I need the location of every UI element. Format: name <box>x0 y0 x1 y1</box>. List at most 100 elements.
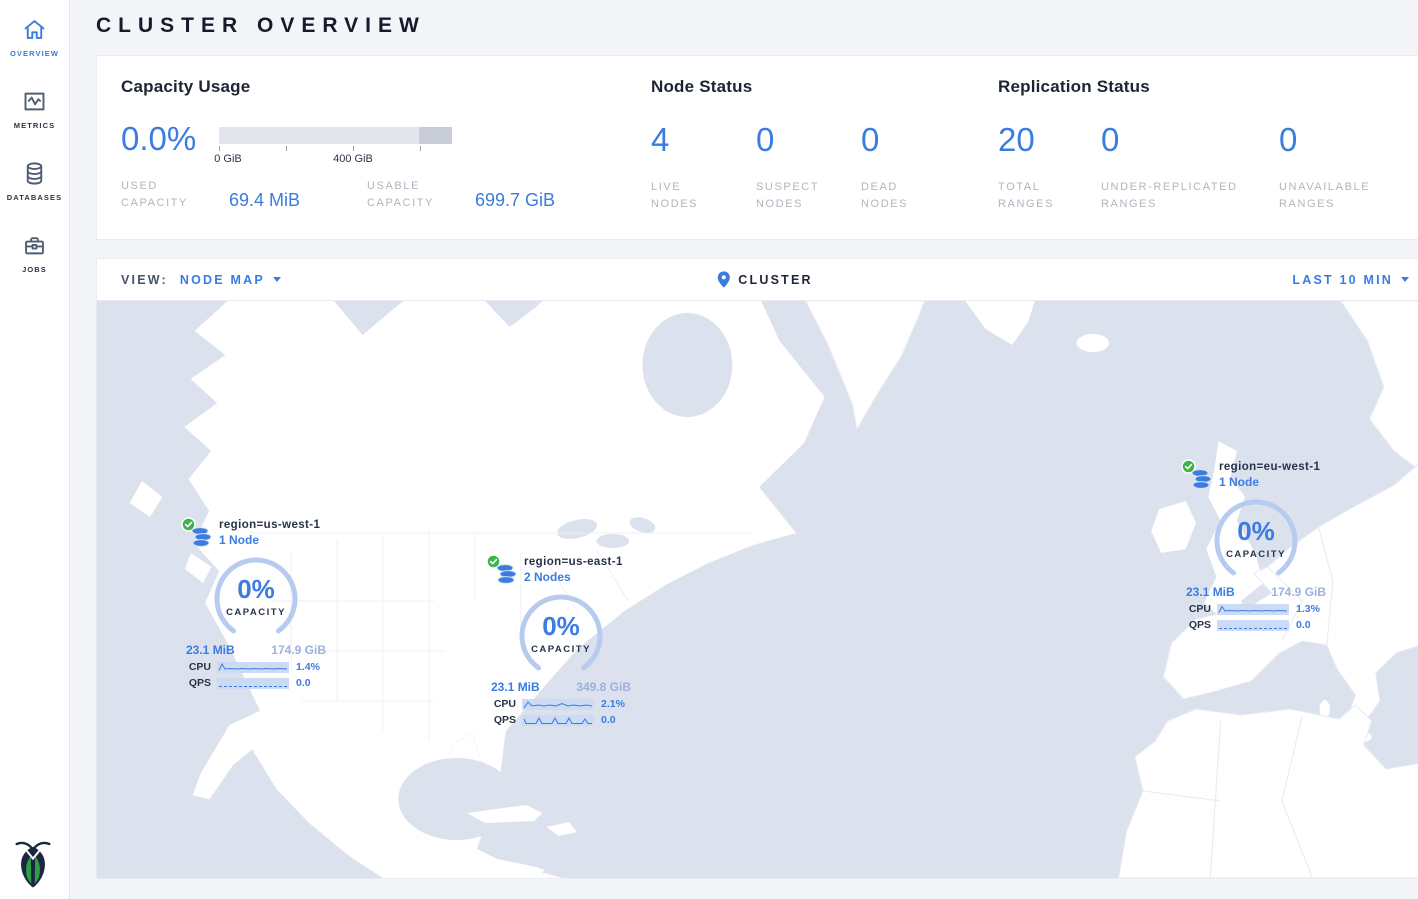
gauge-capacity-label: CAPACITY <box>517 644 605 655</box>
sidebar-item-label: METRICS <box>14 121 55 130</box>
cpu-value: 1.3% <box>1296 603 1320 615</box>
chevron-down-icon <box>1401 277 1409 282</box>
node-status-title: Node Status <box>651 77 998 97</box>
usable-capacity-value: 699.7 GiB <box>475 190 555 212</box>
home-icon <box>21 16 48 43</box>
node-region-label: region=eu-west-1 <box>1219 461 1320 473</box>
cpu-label: CPU <box>488 698 516 710</box>
capacity-gauge: 0% CAPACITY <box>517 592 605 680</box>
node-used-capacity: 23.1 MiB <box>1186 585 1235 599</box>
cpu-label: CPU <box>1183 603 1211 615</box>
main-content: CLUSTER OVERVIEW Capacity Usage 0.0% 0 G… <box>70 0 1418 899</box>
cluster-summary-card: Capacity Usage 0.0% 0 GiB 400 GiB <box>96 55 1418 240</box>
sidebar: OVERVIEW METRICS DATABASES <box>0 0 70 899</box>
replication-status-section: Replication Status 20 TOTAL RANGES 0 UND… <box>998 77 1409 213</box>
qps-sparkline <box>1217 620 1289 631</box>
used-capacity-value: 69.4 MiB <box>229 190 347 212</box>
map-toolbar: VIEW: NODE MAP CLUSTER LAST 10 MIN <box>97 259 1418 301</box>
sidebar-item-label: JOBS <box>22 265 47 274</box>
node-used-capacity: 23.1 MiB <box>186 643 235 657</box>
qps-label: QPS <box>488 714 516 726</box>
qps-sparkline <box>217 678 289 689</box>
metrics-chart-icon <box>21 88 48 115</box>
sidebar-item-jobs[interactable]: JOBS <box>21 232 48 274</box>
qps-value: 0.0 <box>296 677 311 689</box>
suspect-nodes-value: 0 <box>756 123 861 156</box>
qps-value: 0.0 <box>1296 619 1311 631</box>
capacity-tick-0: 0 GiB <box>214 153 242 165</box>
world-map[interactable]: region=us-west-1 1 Node 0% CAPACITY 23.1… <box>97 301 1418 878</box>
node-region-label: region=us-east-1 <box>524 556 623 568</box>
sidebar-item-label: OVERVIEW <box>10 49 59 58</box>
node-used-capacity: 23.1 MiB <box>491 680 540 694</box>
node-count-link[interactable]: 2 Nodes <box>524 570 623 584</box>
database-stack-icon <box>495 563 518 587</box>
node-region-label: region=us-west-1 <box>219 519 320 531</box>
node-count-link[interactable]: 1 Node <box>219 533 320 547</box>
live-nodes-label: LIVE NODES <box>651 179 729 213</box>
cpu-sparkline <box>217 662 289 673</box>
total-ranges-label: TOTAL RANGES <box>998 179 1076 213</box>
map-node-us-east-1[interactable]: region=us-east-1 2 Nodes 0% CAPACITY 23.… <box>486 554 636 726</box>
cpu-value: 2.1% <box>601 698 625 710</box>
capacity-usage-title: Capacity Usage <box>121 77 651 97</box>
node-map-card: VIEW: NODE MAP CLUSTER LAST 10 MIN <box>96 258 1418 879</box>
unavailable-ranges-label: UNAVAILABLE RANGES <box>1279 179 1357 213</box>
capacity-gauge: 0% CAPACITY <box>1212 497 1300 585</box>
under-replicated-ranges-value: 0 <box>1101 123 1279 156</box>
database-stack-icon <box>1190 468 1213 492</box>
capacity-bar: 0 GiB 400 GiB <box>219 122 452 166</box>
time-range-selector[interactable]: LAST 10 MIN <box>1292 273 1409 287</box>
usable-capacity-label: USABLE CAPACITY <box>367 178 453 212</box>
sidebar-item-metrics[interactable]: METRICS <box>14 88 55 130</box>
dead-nodes-value: 0 <box>861 123 966 156</box>
capacity-percent: 0.0% <box>121 122 219 166</box>
map-node-us-west-1[interactable]: region=us-west-1 1 Node 0% CAPACITY 23.1… <box>181 517 331 689</box>
database-stack-icon <box>190 526 213 550</box>
briefcase-icon <box>21 232 48 259</box>
cpu-sparkline <box>1217 604 1289 615</box>
unavailable-ranges-value: 0 <box>1279 123 1409 156</box>
sidebar-item-overview[interactable]: OVERVIEW <box>10 16 59 58</box>
cpu-value: 1.4% <box>296 661 320 673</box>
cpu-sparkline <box>522 699 594 710</box>
node-usable-capacity: 174.9 GiB <box>271 643 326 657</box>
node-usable-capacity: 174.9 GiB <box>1271 585 1326 599</box>
sidebar-item-label: DATABASES <box>7 193 62 202</box>
dead-nodes-label: DEAD NODES <box>861 179 939 213</box>
chevron-down-icon <box>273 277 281 282</box>
capacity-bar-nonusable-segment <box>419 127 452 144</box>
used-capacity-label: USED CAPACITY <box>121 178 207 212</box>
qps-sparkline <box>522 715 594 726</box>
view-selector[interactable]: NODE MAP <box>180 273 281 287</box>
view-label: VIEW: <box>121 273 168 287</box>
node-status-section: Node Status 4 LIVE NODES 0 SUSPECT NODES… <box>651 77 998 213</box>
database-icon <box>21 160 48 187</box>
gauge-percent: 0% <box>1212 516 1300 547</box>
location-pin-icon <box>717 271 730 288</box>
gauge-capacity-label: CAPACITY <box>1212 549 1300 560</box>
cpu-label: CPU <box>183 661 211 673</box>
capacity-tick-400: 400 GiB <box>333 153 373 165</box>
sidebar-item-databases[interactable]: DATABASES <box>7 160 62 202</box>
suspect-nodes-label: SUSPECT NODES <box>756 179 834 213</box>
gauge-capacity-label: CAPACITY <box>212 607 300 618</box>
gauge-percent: 0% <box>517 611 605 642</box>
node-count-link[interactable]: 1 Node <box>1219 475 1320 489</box>
gauge-percent: 0% <box>212 574 300 605</box>
page-title: CLUSTER OVERVIEW <box>96 14 1418 38</box>
under-replicated-ranges-label: UNDER-REPLICATED RANGES <box>1101 179 1261 213</box>
capacity-gauge: 0% CAPACITY <box>212 555 300 643</box>
map-node-eu-west-1[interactable]: region=eu-west-1 1 Node 0% CAPACITY 23.1… <box>1181 459 1331 631</box>
qps-label: QPS <box>183 677 211 689</box>
cockroachdb-logo <box>14 838 52 893</box>
node-usable-capacity: 349.8 GiB <box>576 680 631 694</box>
breadcrumb: CLUSTER <box>717 271 812 288</box>
total-ranges-value: 20 <box>998 123 1101 156</box>
capacity-usage-section: Capacity Usage 0.0% 0 GiB 400 GiB <box>121 77 651 213</box>
breadcrumb-cluster[interactable]: CLUSTER <box>738 273 812 287</box>
replication-status-title: Replication Status <box>998 77 1409 97</box>
qps-value: 0.0 <box>601 714 616 726</box>
live-nodes-value: 4 <box>651 123 756 156</box>
qps-label: QPS <box>1183 619 1211 631</box>
